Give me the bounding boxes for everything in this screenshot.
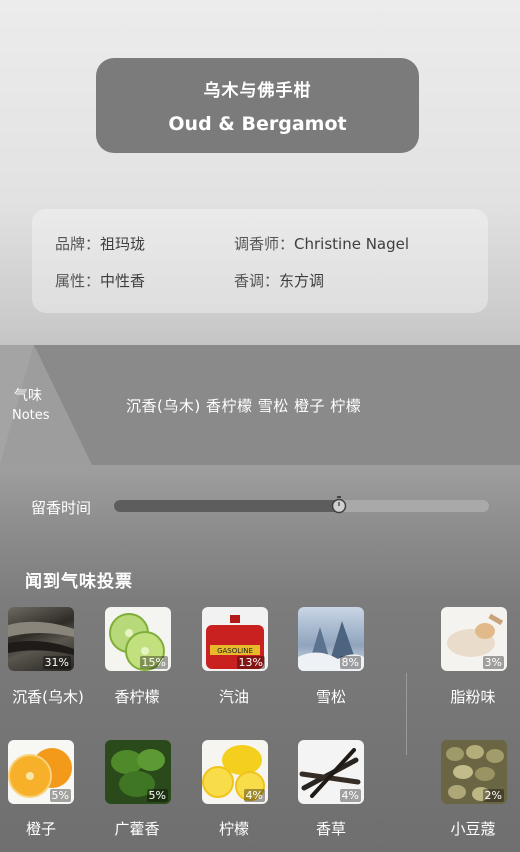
brand-row: 品牌：祖玛珑 [55,233,145,254]
brand-value[interactable]: 祖玛珑 [100,235,145,253]
vote-tile-agarwood[interactable]: 31% [8,607,74,671]
vote-label-orange: 橙子 [25,820,56,838]
perfume-name-zh: 乌木与佛手柑 [203,81,312,101]
attribute-label: 属性： [55,272,101,290]
vote-divider [406,673,407,755]
vote-label-agarwood: 沉香(乌木) [12,688,84,706]
vote-tile-vanilla[interactable]: 4% [298,740,364,804]
vote-section-title: 闻到气味投票 [25,572,133,592]
svg-text:GASOLINE: GASOLINE [217,647,253,655]
vote-label-cedar: 雪松 [315,688,346,706]
perfumer-value[interactable]: Christine Nagel [294,235,409,253]
longevity-slider[interactable] [114,496,489,514]
vote-tile-gasoline[interactable]: GASOLINE 13% [202,607,268,671]
accord-label: 香调： [234,272,280,290]
attribute-row: 属性：中性香 [55,270,145,291]
vote-tile-cardamom[interactable]: 2% [441,740,507,804]
vote-pct: 3% [482,656,504,669]
vote-tile-cedar[interactable]: 8% [298,607,364,671]
vote-pct: 5% [49,789,71,802]
vote-pct: 13% [236,656,265,669]
vote-tile-lemon[interactable]: 4% [202,740,268,804]
perfume-info-card: 品牌：祖玛珑 调香师：Christine Nagel 属性：中性香 香调：东方调 [32,209,488,313]
vote-label-lemon: 柠檬 [218,820,249,838]
vote-pct: 4% [339,789,361,802]
brand-label: 品牌： [55,235,101,253]
vote-tile-powder[interactable]: 3% [441,607,507,671]
perfume-title-card: 乌木与佛手柑 Oud & Bergamot [96,58,419,153]
attribute-value: 中性香 [100,272,146,290]
vote-label-cardamom: 小豆蔻 [450,820,496,838]
vote-pct: 5% [146,789,168,802]
vote-label-powder: 脂粉味 [450,688,496,706]
vote-pct: 15% [139,656,168,669]
notes-label-en: Notes [12,408,50,423]
notes-label-zh: 气味 [14,388,42,404]
perfume-name-en: Oud & Bergamot [168,113,347,135]
vote-label-gasoline: 汽油 [218,688,249,706]
vote-pct: 2% [482,789,504,802]
vote-tile-bergamot[interactable]: 15% [105,607,171,671]
perfumer-row: 调香师：Christine Nagel [234,233,409,254]
accord-row: 香调：东方调 [234,270,324,291]
accord-value: 东方调 [279,272,325,290]
vote-label-bergamot: 香柠檬 [114,688,160,706]
vote-label-patchouli: 广藿香 [114,820,160,838]
perfumer-label: 调香师： [234,235,295,253]
vote-label-vanilla: 香草 [315,820,346,838]
stopwatch-icon[interactable] [331,496,347,514]
vote-tile-patchouli[interactable]: 5% [105,740,171,804]
vote-pct: 8% [339,656,361,669]
vote-tile-orange[interactable]: 5% [8,740,74,804]
longevity-label: 留香时间 [31,499,92,517]
vote-pct: 4% [243,789,265,802]
notes-tab [0,345,92,465]
vote-pct: 31% [42,656,71,669]
longevity-slider-fill [114,500,339,512]
notes-list: 沉香(乌木) 香柠檬 雪松 橙子 柠檬 [126,397,362,415]
